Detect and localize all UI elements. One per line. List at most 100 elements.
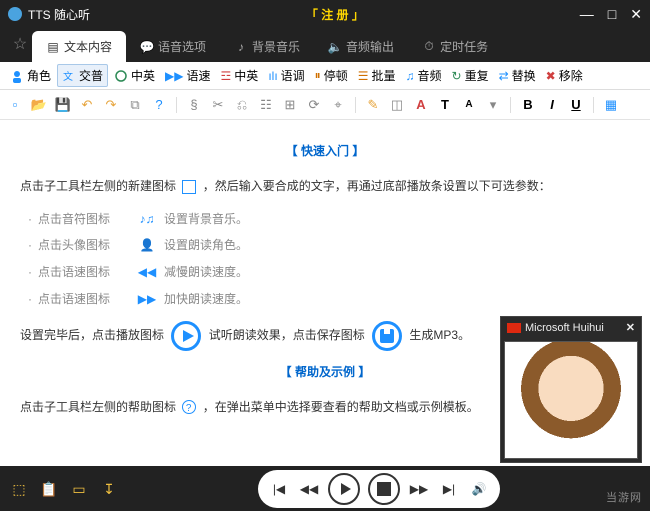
- redo-button[interactable]: ↷: [102, 96, 120, 114]
- app-logo-icon: [8, 7, 22, 21]
- save-file-button[interactable]: 💾: [54, 96, 72, 114]
- replace-button[interactable]: ⇄替换: [495, 65, 540, 86]
- avatar-image: [504, 341, 638, 459]
- highlight-button[interactable]: ✎: [364, 96, 382, 114]
- separator: [176, 97, 177, 113]
- volume-button[interactable]: 🔊: [468, 478, 490, 500]
- new-file-button[interactable]: ▫: [6, 96, 24, 114]
- tool-3[interactable]: ⎌: [233, 96, 251, 114]
- font-size-up-button[interactable]: T: [436, 96, 454, 114]
- open-file-button[interactable]: 📂: [30, 96, 48, 114]
- window-mode-button[interactable]: ⬚: [10, 481, 28, 497]
- favorite-star-icon[interactable]: ☆: [8, 34, 32, 62]
- main-tab-bar: ☆ ▤ 文本内容 💬 语音选项 ♪ 背景音乐 🔈 音频输出 ⏱ 定时任务: [0, 28, 650, 62]
- quickstart-header: 【 快速入门 】: [20, 140, 630, 163]
- bars-icon: ılı: [268, 69, 277, 83]
- zhongying-button[interactable]: 中英: [110, 65, 159, 86]
- grid-button[interactable]: ▦: [602, 96, 620, 114]
- role-button[interactable]: 角色: [6, 65, 55, 86]
- speaker-icon: 🔈: [328, 40, 342, 54]
- help-icon: [182, 400, 196, 414]
- music-note-icon: ♪: [234, 40, 248, 54]
- attach-button[interactable]: §: [185, 96, 203, 114]
- maximize-button[interactable]: □: [608, 6, 616, 23]
- pause-icon: ⏸: [315, 68, 321, 83]
- tool-6[interactable]: ⟳: [305, 96, 323, 114]
- fast-forward-icon: ▶▶: [165, 69, 183, 83]
- list-icon: ☰: [358, 69, 369, 83]
- tab-timer-task[interactable]: ⏱ 定时任务: [408, 31, 502, 62]
- font-size-down-button[interactable]: A: [460, 96, 478, 114]
- lang-icon: 文: [62, 69, 76, 83]
- player-capsule: |◀ ◀◀ ▶▶ ▶| 🔊: [258, 470, 500, 508]
- clipboard-button[interactable]: 📋: [40, 481, 58, 497]
- pause-button[interactable]: ⏸停顿: [311, 65, 352, 86]
- skip-next-button[interactable]: ▶|: [438, 478, 460, 500]
- batch-button[interactable]: ☰批量: [354, 65, 400, 86]
- new-doc-icon: [182, 180, 196, 194]
- eraser-button[interactable]: ◫: [388, 96, 406, 114]
- chat-icon: 💬: [140, 40, 154, 54]
- italic-button[interactable]: I: [543, 96, 561, 114]
- note-icon: ♫: [405, 69, 414, 83]
- font-color-button[interactable]: A: [412, 96, 430, 114]
- tab-voice-options[interactable]: 💬 语音选项: [126, 31, 220, 62]
- voice-avatar-popup[interactable]: Microsoft Huihui ✕: [500, 316, 642, 463]
- tool-4[interactable]: ☷: [257, 96, 275, 114]
- popup-close-button[interactable]: ✕: [626, 321, 635, 334]
- separator: [593, 97, 594, 113]
- separator: [355, 97, 356, 113]
- stopwatch-icon: ⏱: [422, 40, 436, 54]
- tab-audio-output[interactable]: 🔈 音频输出: [314, 31, 408, 62]
- tray-button[interactable]: ▭: [70, 481, 88, 497]
- separator: [510, 97, 511, 113]
- tab-label: 定时任务: [440, 38, 488, 55]
- register-banner[interactable]: 「 注 册 」: [90, 6, 580, 23]
- exchange-icon: ⇄: [499, 69, 509, 83]
- help-button[interactable]: ?: [150, 96, 168, 114]
- skip-prev-button[interactable]: |◀: [268, 478, 290, 500]
- pin-button[interactable]: ↧: [100, 481, 118, 497]
- save-disk-icon: [372, 321, 402, 351]
- close-button[interactable]: ✕: [630, 6, 642, 23]
- watermark: 当游网: [606, 489, 642, 505]
- bullet-role: ·点击头像图标 👤 设置朗读角色。: [28, 234, 630, 257]
- speed-button[interactable]: ▶▶语速: [161, 65, 214, 86]
- copy-button[interactable]: ⧉: [126, 96, 144, 114]
- para-newfile: 点击子工具栏左侧的新建图标 ，然后输入要合成的文字，再通过底部播放条设置以下可选…: [20, 175, 630, 198]
- remove-icon: ✖: [546, 69, 556, 83]
- tab-background-music[interactable]: ♪ 背景音乐: [220, 31, 314, 62]
- remove-button[interactable]: ✖移除: [542, 65, 587, 86]
- music-note-icon: ♪♫: [136, 208, 158, 231]
- svg-text:文: 文: [63, 70, 73, 83]
- tab-text-content[interactable]: ▤ 文本内容: [32, 31, 126, 62]
- title-bar: TTS 随心听 「 注 册 」 — □ ✕: [0, 0, 650, 28]
- repeat-button[interactable]: ↻重复: [448, 65, 493, 86]
- rewind-icon: ◀◀: [136, 261, 158, 284]
- forward-button[interactable]: ▶▶: [408, 478, 430, 500]
- bold-button[interactable]: B: [519, 96, 537, 114]
- person-icon: [10, 69, 24, 83]
- player-bar: ⬚ 📋 ▭ ↧ |◀ ◀◀ ▶▶ ▶| 🔊 当游网: [0, 467, 650, 511]
- font-picker-button[interactable]: ▾: [484, 96, 502, 114]
- play-icon: [171, 321, 201, 351]
- rewind-button[interactable]: ◀◀: [298, 478, 320, 500]
- audio-button[interactable]: ♫音频: [401, 65, 445, 86]
- underline-button[interactable]: U: [567, 96, 585, 114]
- zhongying2-button[interactable]: ☲中英: [217, 65, 263, 86]
- tool-5[interactable]: ⊞: [281, 96, 299, 114]
- jiaopu-button[interactable]: 文交普: [57, 64, 108, 87]
- tone-button[interactable]: ılı语调: [264, 65, 308, 86]
- tab-label: 文本内容: [64, 38, 112, 55]
- undo-button[interactable]: ↶: [78, 96, 96, 114]
- bullet-fast: ·点击语速图标 ▶▶ 加快朗读速度。: [28, 288, 630, 311]
- cn-flag-icon: [507, 323, 521, 333]
- edit-toolbar: ▫ 📂 💾 ↶ ↷ ⧉ ? § ✂ ⎌ ☷ ⊞ ⟳ ⌖ ✎ ◫ A T A ▾ …: [0, 90, 650, 120]
- fast-forward-icon: ▶▶: [136, 288, 158, 311]
- save-audio-button[interactable]: [368, 473, 400, 505]
- tool-7[interactable]: ⌖: [329, 96, 347, 114]
- minimize-button[interactable]: —: [580, 6, 594, 23]
- cut-button[interactable]: ✂: [209, 96, 227, 114]
- lang-alt-icon: ☲: [221, 69, 232, 83]
- play-button[interactable]: [328, 473, 360, 505]
